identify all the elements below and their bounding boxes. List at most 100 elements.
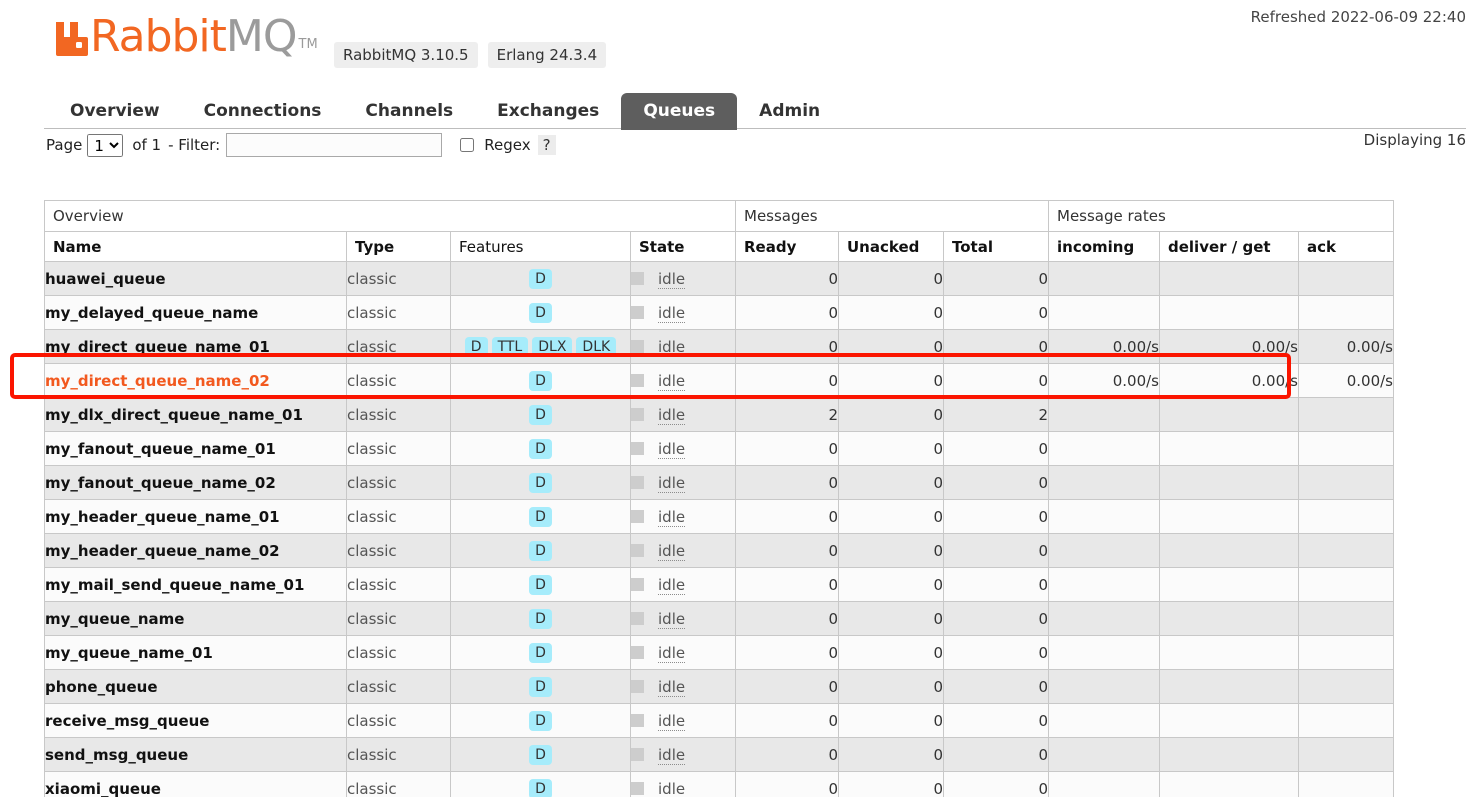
messages-total: 0	[943, 465, 1049, 500]
queue-name-link[interactable]: my_dlx_direct_queue_name_01	[44, 397, 347, 432]
column-header-total[interactable]: Total	[943, 231, 1049, 262]
rate-ack	[1298, 635, 1394, 670]
rate-incoming	[1048, 669, 1160, 704]
messages-unacked: 0	[838, 261, 944, 296]
rabbitmq-management-page: Refreshed 2022-06-09 22:40 RabbitMQ TM R…	[0, 0, 1466, 797]
queue-name-link[interactable]: my_header_queue_name_01	[44, 499, 347, 534]
table-row[interactable]: my_header_queue_name_02 classic Didle 0 0 0	[44, 533, 1394, 568]
queues-table-body: huawei_queue classic Didle 0 0 0 my_delayed_qu…	[44, 261, 1394, 797]
column-header-incoming[interactable]: incoming	[1048, 231, 1160, 262]
queue-name-link[interactable]: my_header_queue_name_02	[44, 533, 347, 568]
table-row[interactable]: xiaomi_queue classic Didle 0 0 0	[44, 771, 1394, 797]
messages-ready: 0	[735, 567, 839, 602]
tab-connections[interactable]: Connections	[182, 93, 344, 130]
messages-total: 2	[943, 397, 1049, 432]
page-count-label: of 1	[132, 136, 162, 154]
queue-name-link[interactable]: my_queue_name_01	[44, 635, 347, 670]
table-row[interactable]: my_delayed_queue_name classic Didle 0 0 0	[44, 295, 1394, 330]
feature-badge: D	[529, 472, 552, 493]
tab-admin[interactable]: Admin	[737, 93, 842, 130]
tab-channels[interactable]: Channels	[343, 93, 475, 130]
table-row[interactable]: my_direct_queue_name_02 classic Didle 0 0 0 0.…	[44, 363, 1394, 398]
feature-badge: D	[529, 302, 552, 323]
queue-name-link[interactable]: my_delayed_queue_name	[44, 295, 347, 330]
table-row[interactable]: my_queue_name classic Didle 0 0 0	[44, 601, 1394, 636]
queue-name-link[interactable]: receive_msg_queue	[44, 703, 347, 738]
table-row[interactable]: my_header_queue_name_01 classic Didle 0 0 0	[44, 499, 1394, 534]
feature-badge: D	[529, 744, 552, 765]
column-header-name[interactable]: Name	[44, 231, 347, 262]
messages-total: 0	[943, 295, 1049, 330]
queue-name-link[interactable]: my_direct_queue_name_01	[44, 329, 347, 364]
queue-name-link[interactable]: huawei_queue	[44, 261, 347, 296]
rate-ack	[1298, 295, 1394, 330]
column-header-deliver-get[interactable]: deliver / get	[1159, 231, 1299, 262]
messages-ready: 0	[735, 295, 839, 330]
column-header-ready[interactable]: Ready	[735, 231, 839, 262]
queue-state: idle	[630, 703, 736, 738]
rabbitmq-logo[interactable]: RabbitMQ TM	[54, 15, 318, 59]
column-header-type[interactable]: Type	[346, 231, 451, 262]
queue-type: classic	[346, 431, 451, 466]
table-row[interactable]: my_mail_send_queue_name_01 classic Didle 0 0…	[44, 567, 1394, 602]
queue-type: classic	[346, 499, 451, 534]
queue-features: D TTL DLX DLK	[450, 329, 631, 364]
table-row[interactable]: receive_msg_queue classic Didle 0 0 0	[44, 703, 1394, 738]
queue-type: classic	[346, 261, 451, 296]
queue-type: classic	[346, 669, 451, 704]
filter-input[interactable]	[226, 133, 443, 157]
column-header-ack[interactable]: ack	[1298, 231, 1394, 262]
table-row[interactable]: my_fanout_queue_name_02 classic Didle 0 0 0	[44, 465, 1394, 500]
feature-badge: D	[529, 642, 552, 663]
rate-incoming	[1048, 499, 1160, 534]
rate-incoming	[1048, 567, 1160, 602]
table-row[interactable]: my_direct_queue_name_01 classic D TTL DLX DLK…	[44, 329, 1394, 364]
messages-total: 0	[943, 363, 1049, 398]
table-row[interactable]: my_dlx_direct_queue_name_01 classic Didle 2…	[44, 397, 1394, 432]
page-select[interactable]: 1	[87, 133, 124, 157]
state-indicator-icon	[631, 578, 644, 592]
queue-name-link[interactable]: send_msg_queue	[44, 737, 347, 772]
help-question-icon[interactable]: ?	[537, 135, 556, 155]
table-row[interactable]: send_msg_queue classic Didle 0 0 0	[44, 737, 1394, 772]
rate-incoming	[1048, 465, 1160, 500]
table-row[interactable]: my_queue_name_01 classic Didle 0 0 0	[44, 635, 1394, 670]
queue-features: D	[450, 363, 631, 398]
rate-incoming: 0.00/s	[1048, 363, 1160, 398]
queue-name-link[interactable]: my_direct_queue_name_02	[44, 363, 347, 398]
feature-badge: D	[529, 268, 552, 289]
column-header-state[interactable]: State	[630, 231, 736, 262]
rate-incoming	[1048, 601, 1160, 636]
rate-deliver-get	[1159, 295, 1299, 330]
queue-type: classic	[346, 295, 451, 330]
rate-incoming	[1048, 635, 1160, 670]
tab-queues[interactable]: Queues	[621, 93, 738, 130]
messages-total: 0	[943, 329, 1049, 364]
tab-overview[interactable]: Overview	[48, 93, 182, 130]
tab-exchanges[interactable]: Exchanges	[475, 93, 621, 130]
state-label: idle	[658, 575, 686, 595]
queue-name-link[interactable]: xiaomi_queue	[44, 771, 347, 797]
rate-incoming	[1048, 261, 1160, 296]
queue-features: D	[450, 499, 631, 534]
queue-name-link[interactable]: phone_queue	[44, 669, 347, 704]
rabbitmq-version-badge: RabbitMQ 3.10.5	[334, 42, 478, 68]
rate-deliver-get	[1159, 499, 1299, 534]
queue-name-link[interactable]: my_queue_name	[44, 601, 347, 636]
messages-ready: 0	[735, 669, 839, 704]
queue-name-link[interactable]: my_fanout_queue_name_01	[44, 431, 347, 466]
table-row[interactable]: my_fanout_queue_name_01 classic Didle 0 0 0	[44, 431, 1394, 466]
rate-deliver-get	[1159, 669, 1299, 704]
queue-features: D	[450, 533, 631, 568]
table-row[interactable]: huawei_queue classic Didle 0 0 0	[44, 261, 1394, 296]
table-row[interactable]: phone_queue classic Didle 0 0 0	[44, 669, 1394, 704]
feature-badge: D	[529, 778, 552, 797]
regex-checkbox[interactable]	[460, 138, 475, 152]
state-indicator-icon	[631, 544, 644, 558]
page-label: Page	[46, 136, 83, 154]
queue-name-link[interactable]: my_mail_send_queue_name_01	[44, 567, 347, 602]
state-indicator-icon	[631, 748, 644, 762]
queue-name-link[interactable]: my_fanout_queue_name_02	[44, 465, 347, 500]
column-header-unacked[interactable]: Unacked	[838, 231, 944, 262]
queue-state: idle	[630, 499, 736, 534]
